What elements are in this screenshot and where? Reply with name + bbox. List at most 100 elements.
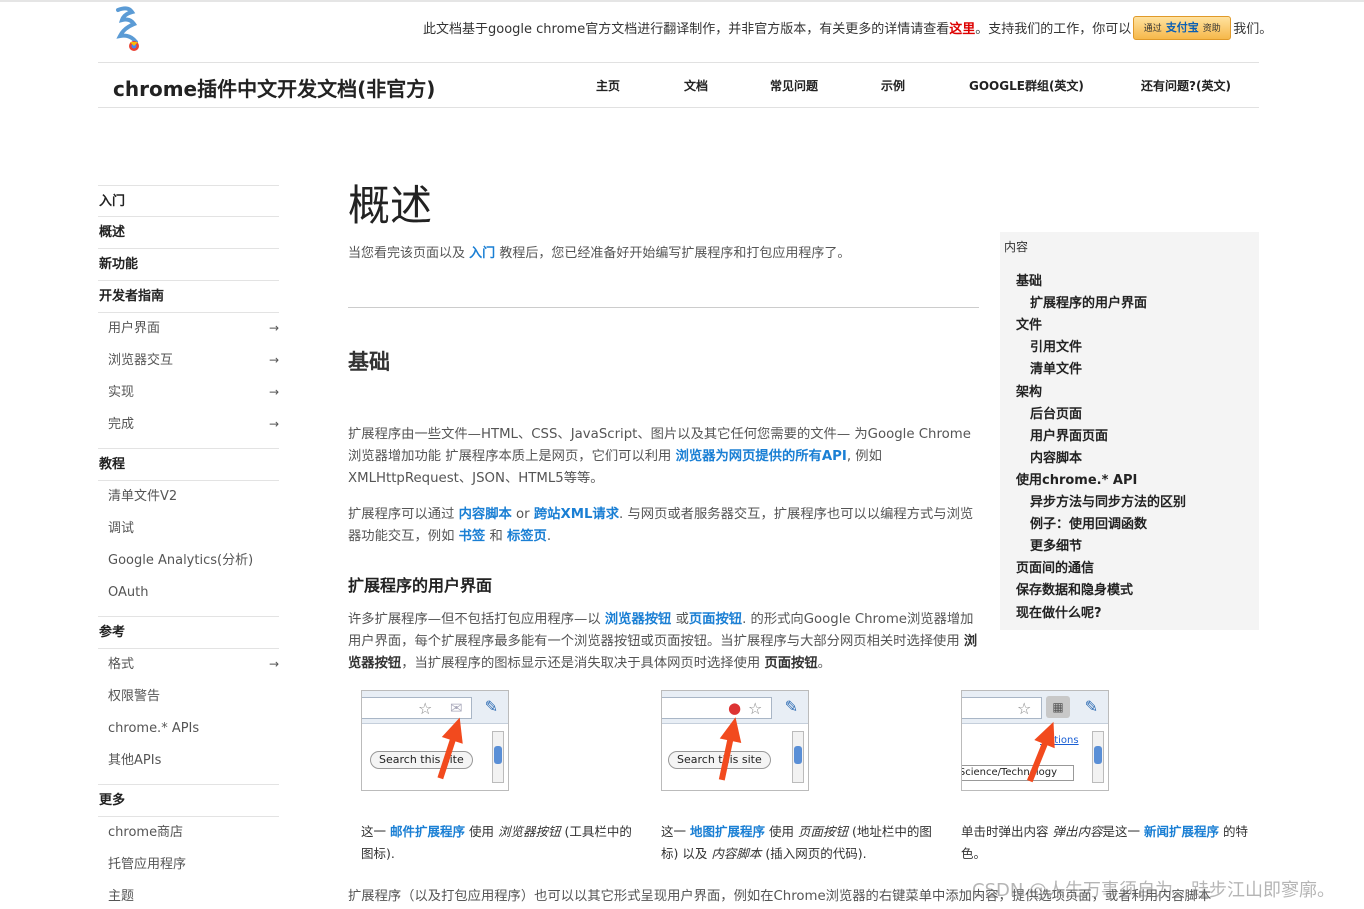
toc-item[interactable]: 用户界面页面 (1030, 425, 1108, 444)
cap2-italic: 页面按钮 (798, 824, 849, 839)
map-pin-icon: ● (728, 699, 742, 717)
sidebar-item[interactable]: 清单文件V2 (98, 481, 279, 513)
nav-more-questions[interactable]: 还有问题?(英文) (1141, 77, 1231, 94)
link-page-actions[interactable]: 页面按钮 (689, 612, 742, 627)
notice-text-3: 我们。 (1233, 22, 1273, 37)
search-site-button: Search this site (668, 751, 771, 769)
toc-item[interactable]: 清单文件 (1030, 358, 1082, 377)
sidebar-item[interactable]: 调试 (98, 513, 279, 545)
cap2-text-4: (插入网页的代码). (765, 846, 867, 861)
sidebar-item[interactable]: 格式 → (98, 649, 279, 681)
sidebar-item[interactable]: 权限警告 (98, 681, 279, 713)
sidebar-item[interactable]: 教程 (98, 449, 279, 481)
cap1-text: 这一 (361, 824, 387, 839)
p3-or: 或 (675, 612, 689, 627)
notice-link[interactable]: 这里 (949, 22, 975, 37)
p3-text-3: ，当扩展程序的图标显示还是消失取决于具体网页时选择使用 (401, 656, 761, 671)
sidebar-item-label: 完成 (108, 417, 135, 432)
wrench-icon: ✎ (1084, 697, 1098, 716)
cap1-italic: 浏览器按钮 (498, 824, 561, 839)
wrench-icon: ✎ (484, 697, 498, 716)
toc-item[interactable]: 页面间的通信 (1016, 557, 1094, 576)
sidebar-item-label: 开发者指南 (99, 289, 165, 304)
p2-and: 和 (489, 529, 503, 544)
cap2-text: 这一 (661, 824, 687, 839)
nav-faq[interactable]: 常见问题 (770, 77, 818, 94)
toc-item[interactable]: 例子：使用回调函数 (1030, 513, 1147, 532)
sidebar-item[interactable]: 完成 → (98, 409, 279, 449)
nav-docs[interactable]: 文档 (684, 77, 708, 94)
nav-home[interactable]: 主页 (596, 77, 620, 94)
sidebar-item[interactable]: 参考 (98, 617, 279, 649)
sidebar-item[interactable]: Google Analytics(分析) (98, 545, 279, 577)
nav-google-group[interactable]: GOOGLE群组(英文) (969, 77, 1084, 94)
scrollbar-thumb (794, 746, 802, 764)
scrollbar (1092, 731, 1104, 783)
wrench-icon: ✎ (784, 697, 798, 716)
arrow-right-icon: → (268, 657, 279, 671)
sidebar-item[interactable]: 概述 (98, 217, 279, 249)
sidebar-item-label: 权限警告 (108, 689, 161, 704)
notice-text-2: 。支持我们的工作，你可以 (975, 22, 1132, 37)
link-news-extension[interactable]: 新闻扩展程序 (1144, 824, 1219, 839)
sidebar-item[interactable]: chrome.* APIs (98, 713, 279, 745)
heading-extension-ui: 扩展程序的用户界面 (348, 576, 493, 595)
link-content-scripts[interactable]: 内容脚本 (459, 507, 512, 522)
toc-item[interactable]: 使用chrome.* API (1016, 469, 1137, 488)
sidebar-item[interactable]: 主题 (98, 881, 279, 909)
arrow-right-icon: → (268, 385, 279, 399)
heading-basics: 基础 (348, 350, 390, 374)
table-of-contents: 内容 基础 扩展程序的用户界面 文件 引用文件 清单文件 架构 后台页面 用户界面页面 内容脚本… (1000, 232, 1259, 630)
category-select-value: Science/Technology (961, 767, 1057, 778)
sidebar-item-label: 主题 (108, 889, 135, 904)
sidebar-item[interactable]: 用户界面 → (98, 313, 279, 345)
toc-item[interactable]: 基础 (1016, 270, 1042, 289)
category-select: Science/Technology (961, 765, 1074, 781)
sidebar-item[interactable]: 其他APIs (98, 745, 279, 785)
link-mail-extension[interactable]: 邮件扩展程序 (390, 824, 465, 839)
link-tabs[interactable]: 标签页 (507, 529, 547, 544)
link-bookmarks[interactable]: 书签 (459, 529, 486, 544)
cap2-italic-2: 内容脚本 (711, 846, 762, 861)
sidebar-item[interactable]: OAuth (98, 577, 279, 617)
sidebar-item-label: chrome商店 (108, 825, 184, 840)
link-getting-started[interactable]: 入门 (469, 246, 495, 261)
scrollbar (792, 731, 804, 783)
alipay-prefix: 通过 (1143, 23, 1162, 34)
toc-item[interactable]: 引用文件 (1030, 336, 1082, 355)
sidebar-item[interactable]: 托管应用程序 (98, 849, 279, 881)
toc-item[interactable]: 更多细节 (1030, 535, 1082, 554)
toc-item[interactable]: 文件 (1016, 314, 1042, 333)
search-site-button: Search this site (370, 751, 473, 769)
sidebar-item[interactable]: 实现 → (98, 377, 279, 409)
link-browser-actions[interactable]: 浏览器按钮 (605, 612, 671, 627)
sidebar-item[interactable]: 新功能 (98, 249, 279, 281)
sidebar-item[interactable]: 更多 (98, 785, 279, 817)
link-web-apis[interactable]: 浏览器为网页提供的所有API (676, 449, 847, 464)
link-cross-origin-xhr[interactable]: 跨站XML请求 (534, 507, 619, 522)
arrow-head (719, 714, 747, 744)
sidebar-item[interactable]: 浏览器交互 → (98, 345, 279, 377)
toc-item[interactable]: 后台页面 (1030, 403, 1082, 422)
toc-item[interactable]: 扩展程序的用户界面 (1030, 292, 1147, 311)
caption-mail: 这一 邮件扩展程序 使用 浏览器按钮 (工具栏中的图标). (361, 821, 636, 865)
toc-item[interactable]: 保存数据和隐身模式 (1016, 579, 1133, 598)
sidebar-item-label: 调试 (108, 521, 135, 536)
sidebar-item[interactable]: chrome商店 (98, 817, 279, 849)
toc-item[interactable]: 内容脚本 (1030, 447, 1082, 466)
divider (348, 307, 979, 308)
sidebar-item[interactable]: 开发者指南 (98, 281, 279, 313)
lead-paragraph: 当您看完该页面以及 入门 教程后，您已经准备好开始编写扩展程序和打包应用程序了。 (348, 242, 850, 261)
link-map-extension[interactable]: 地图扩展程序 (690, 824, 765, 839)
paragraph-ui: 许多扩展程序—但不包括打包应用程序—以 浏览器按钮 或页面按钮. 的形式向Goo… (348, 609, 982, 675)
site-title[interactable]: chrome插件中文开发文档(非官方) (113, 73, 435, 102)
nav-samples[interactable]: 示例 (881, 77, 905, 94)
sidebar-item-label: 清单文件V2 (108, 489, 178, 504)
toc-item[interactable]: 现在做什么呢? (1016, 602, 1102, 621)
toc-item[interactable]: 异步方法与同步方法的区别 (1030, 491, 1186, 510)
toc-item[interactable]: 架构 (1016, 381, 1042, 400)
notice-text: 此文档基于google chrome官方文档进行翻译制作，并非官方版本，有关更多… (423, 22, 950, 37)
top-border (0, 0, 1364, 2)
sidebar-item[interactable]: 入门 (98, 185, 279, 217)
alipay-donate-button[interactable]: 通过 支付宝 资助 (1133, 15, 1232, 40)
